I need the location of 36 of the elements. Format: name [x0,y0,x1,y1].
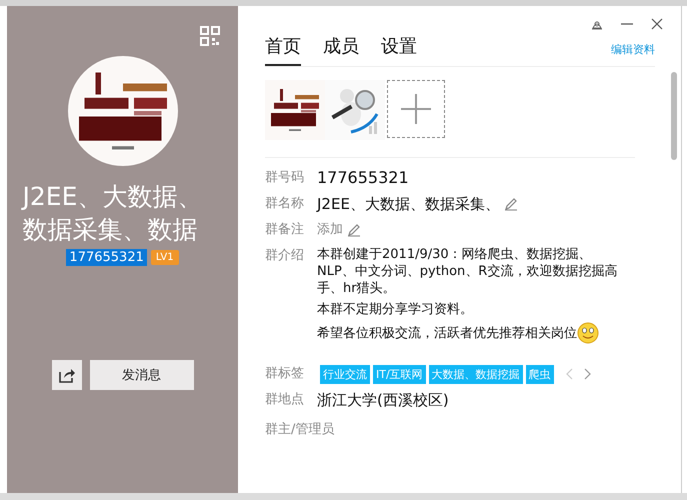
qr-code-icon[interactable] [200,26,220,46]
share-icon[interactable] [58,366,76,384]
tag[interactable]: 大数据、数据挖掘 [428,364,523,384]
field-label: 群号码 [265,169,305,187]
message-button[interactable]: 发消息 [90,360,194,390]
field-label: 群备注 [265,221,305,239]
field-label: 群名称 [265,195,305,213]
level-badge: LV1 [150,250,179,265]
intro-text: 本群不定期分享学习资料。 [317,301,474,318]
group-number: 177655321 [66,249,147,266]
intro-text: 希望各位积极交流，活跃者优先推荐相关岗位 [317,324,577,342]
intro-text: 本群创建于2011/9/30：网络爬虫、数据挖掘、NLP、中文分词、python、R交流，欢迎数据挖掘高手、hr猎头。 [317,246,618,297]
pencil-icon [347,223,361,237]
tab[interactable]: 成员 [323,34,359,66]
field-label: 群介绍 [265,247,305,265]
smiley-icon [577,322,599,344]
edit-profile-link[interactable]: 编辑资料 [611,42,655,66]
tag[interactable]: 行业交流 [320,364,370,384]
pencil-icon [504,197,518,211]
tab[interactable]: 设置 [381,34,417,66]
share-button[interactable] [52,360,82,390]
scrollbar-thumb[interactable] [671,72,677,160]
location-text: 浙江大学(西溪校区) [317,390,449,410]
field-label: 群标签 [265,365,305,383]
tag[interactable]: IT/互联网 [373,364,426,384]
plus-icon[interactable] [401,94,431,124]
field-label: 群地点 [265,391,305,409]
tab[interactable]: 首页 [265,34,301,66]
tag[interactable]: 爬虫 [526,364,554,384]
section-heading: 群主/管理员 [265,421,336,438]
group-number: 177655321 [317,168,409,188]
add-photo-button[interactable] [387,80,445,138]
group-name: J2EE、大数据、数据采集、 [317,194,500,214]
close-icon[interactable] [651,18,663,30]
chevron-right-icon[interactable] [584,368,592,380]
group-title: J2EE、大数据、数据采集、数据 [22,181,204,246]
